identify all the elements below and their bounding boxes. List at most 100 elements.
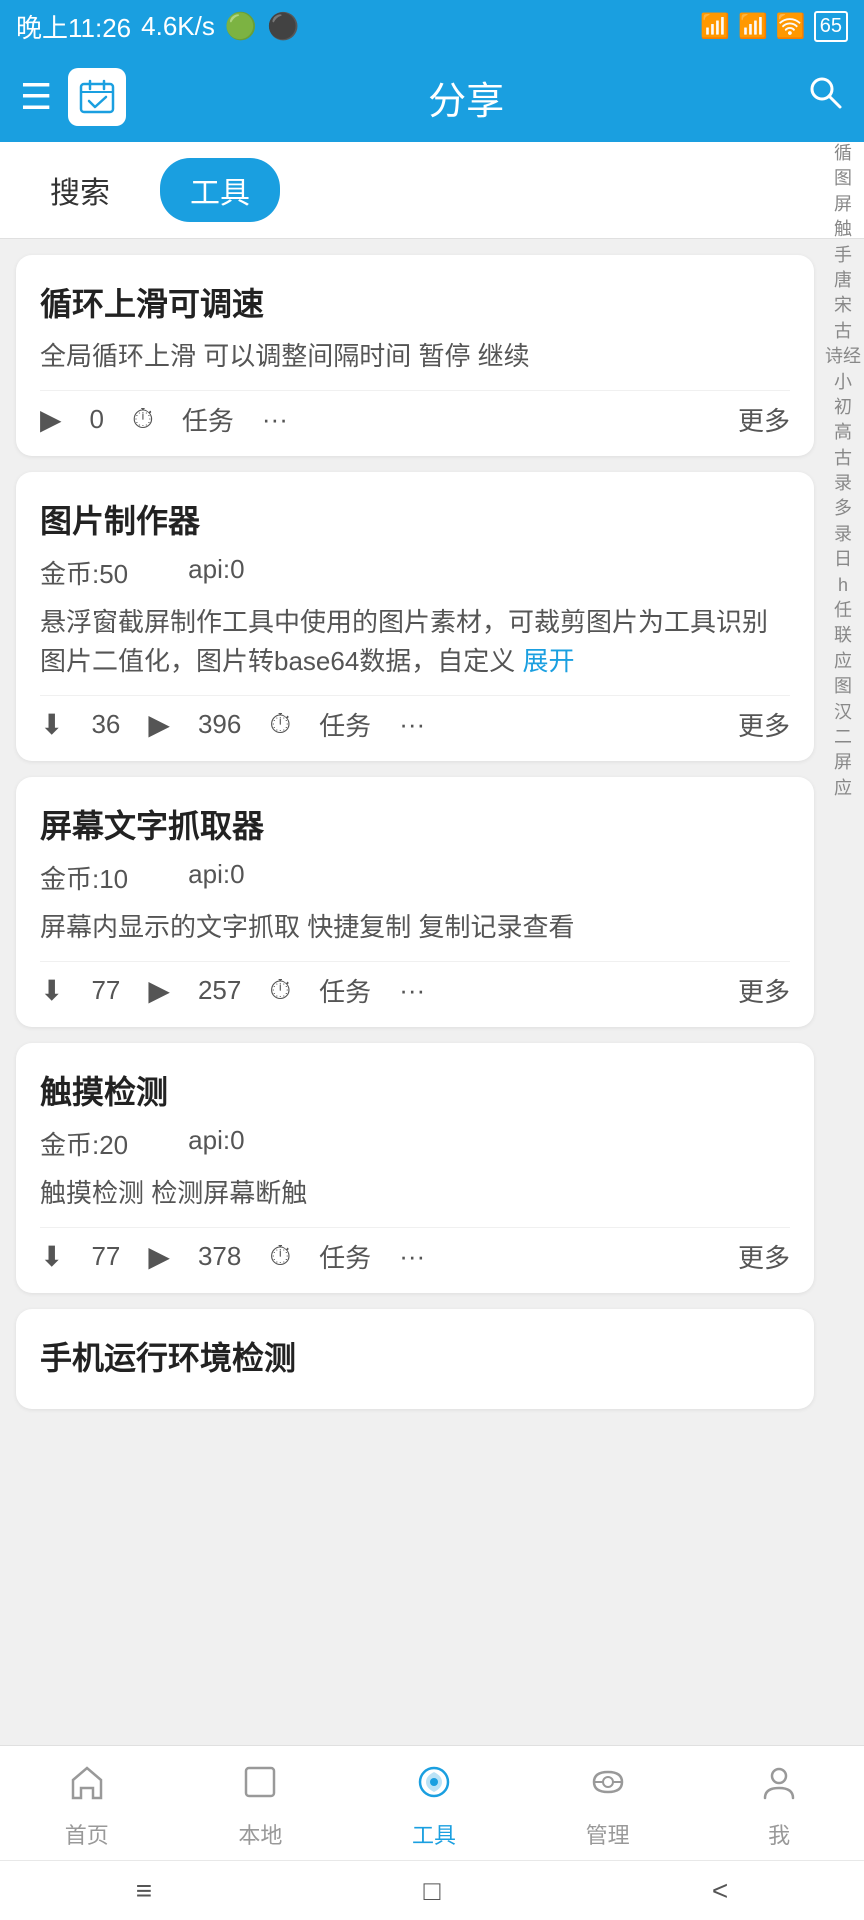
me-icon bbox=[759, 1762, 799, 1812]
hamburger-icon[interactable]: ☰ bbox=[20, 76, 52, 118]
card-2-more[interactable]: 更多 bbox=[738, 706, 790, 743]
sys-back-btn[interactable]: < bbox=[712, 1875, 728, 1907]
card-2-timer-btn[interactable]: ⏱ bbox=[269, 708, 291, 741]
timer-icon-4: ⏱ bbox=[269, 1240, 291, 1273]
index-初[interactable]: 初 bbox=[834, 396, 852, 419]
index-触[interactable]: 触 bbox=[834, 218, 852, 241]
card-3-more-dots[interactable]: ··· bbox=[399, 975, 425, 1006]
card-3-play-btn[interactable]: ▶ bbox=[148, 974, 170, 1007]
play-icon-4: ▶ bbox=[148, 1240, 170, 1273]
card-1-title: 循环上滑可调速 bbox=[40, 279, 790, 325]
index-屏[interactable]: 屏 bbox=[834, 193, 852, 216]
card-1-desc: 全局循环上滑 可以调整间隔时间 暂停 继续 bbox=[40, 337, 790, 376]
card-循环上滑可调速: 循环上滑可调速 全局循环上滑 可以调整间隔时间 暂停 继续 ▶ 0 ⏱ 任务 ·… bbox=[16, 255, 814, 456]
nav-local[interactable]: 本地 bbox=[238, 1762, 282, 1850]
card-1-play-btn[interactable]: ▶ bbox=[40, 403, 62, 436]
index-汉[interactable]: 汉 bbox=[834, 701, 852, 724]
index-日[interactable]: 日 bbox=[834, 548, 852, 571]
index-任[interactable]: 任 bbox=[834, 599, 852, 622]
card-1-task[interactable]: 任务 bbox=[182, 401, 234, 438]
index-诗经[interactable]: 诗经 bbox=[825, 345, 861, 368]
index-图[interactable]: 图 bbox=[834, 167, 852, 190]
card-4-download-count: 77 bbox=[91, 1241, 120, 1272]
index-图2[interactable]: 图 bbox=[834, 675, 852, 698]
index-二[interactable]: 二 bbox=[834, 726, 852, 749]
index-录[interactable]: 录 bbox=[834, 472, 852, 495]
calendar-icon[interactable] bbox=[68, 68, 126, 126]
card-2-expand[interactable]: 展开 bbox=[523, 646, 575, 676]
sys-menu-btn[interactable]: ≡ bbox=[136, 1875, 152, 1907]
search-icon[interactable] bbox=[806, 73, 844, 121]
tab-tools[interactable]: 工具 bbox=[160, 158, 280, 222]
card-1-more-dots[interactable]: ··· bbox=[262, 404, 288, 435]
tab-search[interactable]: 搜索 bbox=[20, 158, 140, 222]
card-4-timer-btn[interactable]: ⏱ bbox=[269, 1240, 291, 1273]
card-4-title: 触摸检测 bbox=[40, 1067, 790, 1113]
nav-me[interactable]: 我 bbox=[759, 1762, 799, 1850]
card-4-more-dots[interactable]: ··· bbox=[399, 1241, 425, 1272]
card-2-download-btn[interactable]: ⬇ bbox=[40, 708, 63, 741]
card-3-task[interactable]: 任务 bbox=[319, 972, 371, 1009]
signal-icon: 📶 bbox=[700, 12, 730, 41]
index-唐[interactable]: 唐 bbox=[834, 269, 852, 292]
card-3-download-btn[interactable]: ⬇ bbox=[40, 974, 63, 1007]
nav-tools[interactable]: 工具 bbox=[412, 1762, 456, 1850]
card-4-api: api:0 bbox=[188, 1125, 244, 1162]
index-应[interactable]: 应 bbox=[834, 650, 852, 673]
card-4-download-btn[interactable]: ⬇ bbox=[40, 1240, 63, 1273]
card-4-more[interactable]: 更多 bbox=[738, 1238, 790, 1275]
index-屏2[interactable]: 屏 bbox=[834, 751, 852, 774]
index-多[interactable]: 多 bbox=[834, 497, 852, 520]
content-area: 循环上滑可调速 全局循环上滑 可以调整间隔时间 暂停 继续 ▶ 0 ⏱ 任务 ·… bbox=[0, 239, 864, 1625]
index-高[interactable]: 高 bbox=[834, 421, 852, 444]
nav-home[interactable]: 首页 bbox=[65, 1762, 109, 1850]
status-left: 晚上11:26 4.6K/s 🟢 ⚫ bbox=[16, 8, 300, 45]
card-触摸检测: 触摸检测 金币:20 api:0 触摸检测 检测屏幕断触 ⬇ 77 ▶ 378 … bbox=[16, 1043, 814, 1293]
download-icon-4: ⬇ bbox=[40, 1240, 63, 1273]
card-1-more[interactable]: 更多 bbox=[738, 401, 790, 438]
tools-icon bbox=[414, 1762, 454, 1812]
status-right: 📶 📶 🛜 65 bbox=[700, 11, 848, 42]
card-1-timer-btn[interactable]: ⏱ bbox=[132, 403, 154, 436]
index-应2[interactable]: 应 bbox=[834, 777, 852, 800]
sys-home-btn[interactable]: □ bbox=[424, 1875, 441, 1907]
card-1-actions: ▶ 0 ⏱ 任务 ··· 更多 bbox=[40, 390, 790, 438]
card-2-task[interactable]: 任务 bbox=[319, 706, 371, 743]
tab-bar: 搜索 工具 bbox=[0, 142, 864, 239]
index-联[interactable]: 联 bbox=[834, 624, 852, 647]
play-icon: ▶ bbox=[40, 403, 62, 436]
bottom-nav: 首页 本地 工具 管理 bbox=[0, 1745, 864, 1860]
status-bar: 晚上11:26 4.6K/s 🟢 ⚫ 📶 📶 🛜 65 bbox=[0, 0, 864, 52]
index-宋[interactable]: 宋 bbox=[834, 294, 852, 317]
manage-icon bbox=[588, 1762, 628, 1812]
card-3-download-count: 77 bbox=[91, 975, 120, 1006]
nav-me-label: 我 bbox=[768, 1818, 790, 1850]
card-2-desc: 悬浮窗截屏制作工具中使用的图片素材，可裁剪图片为工具识别图片二值化，图片转bas… bbox=[40, 603, 790, 681]
play-icon-2: ▶ bbox=[148, 708, 170, 741]
card-3-more[interactable]: 更多 bbox=[738, 972, 790, 1009]
index-手[interactable]: 手 bbox=[834, 244, 852, 267]
card-5-title: 手机运行环境检测 bbox=[40, 1333, 790, 1379]
card-3-meta: 金币:10 api:0 bbox=[40, 859, 790, 896]
nav-home-label: 首页 bbox=[65, 1818, 109, 1850]
download-icon-3: ⬇ bbox=[40, 974, 63, 1007]
index-循[interactable]: 循 bbox=[834, 142, 852, 165]
index-古[interactable]: 古 bbox=[834, 320, 852, 343]
home-icon bbox=[67, 1762, 107, 1812]
card-屏幕文字抓取器: 屏幕文字抓取器 金币:10 api:0 屏幕内显示的文字抓取 快捷复制 复制记录… bbox=[16, 777, 814, 1027]
card-手机运行环境检测: 手机运行环境检测 bbox=[16, 1309, 814, 1409]
index-小[interactable]: 小 bbox=[834, 371, 852, 394]
card-3-timer-btn[interactable]: ⏱ bbox=[269, 974, 291, 1007]
card-4-desc: 触摸检测 检测屏幕断触 bbox=[40, 1174, 790, 1213]
nav-manage[interactable]: 管理 bbox=[586, 1762, 630, 1850]
card-4-task[interactable]: 任务 bbox=[319, 1238, 371, 1275]
card-2-download-count: 36 bbox=[91, 709, 120, 740]
nav-local-label: 本地 bbox=[238, 1818, 282, 1850]
index-录2[interactable]: 录 bbox=[834, 523, 852, 546]
card-4-play-btn[interactable]: ▶ bbox=[148, 1240, 170, 1273]
index-古2[interactable]: 古 bbox=[834, 447, 852, 470]
timer-icon-3: ⏱ bbox=[269, 974, 291, 1007]
card-2-play-btn[interactable]: ▶ bbox=[148, 708, 170, 741]
index-h[interactable]: h bbox=[838, 574, 848, 597]
card-2-more-dots[interactable]: ··· bbox=[399, 709, 425, 740]
